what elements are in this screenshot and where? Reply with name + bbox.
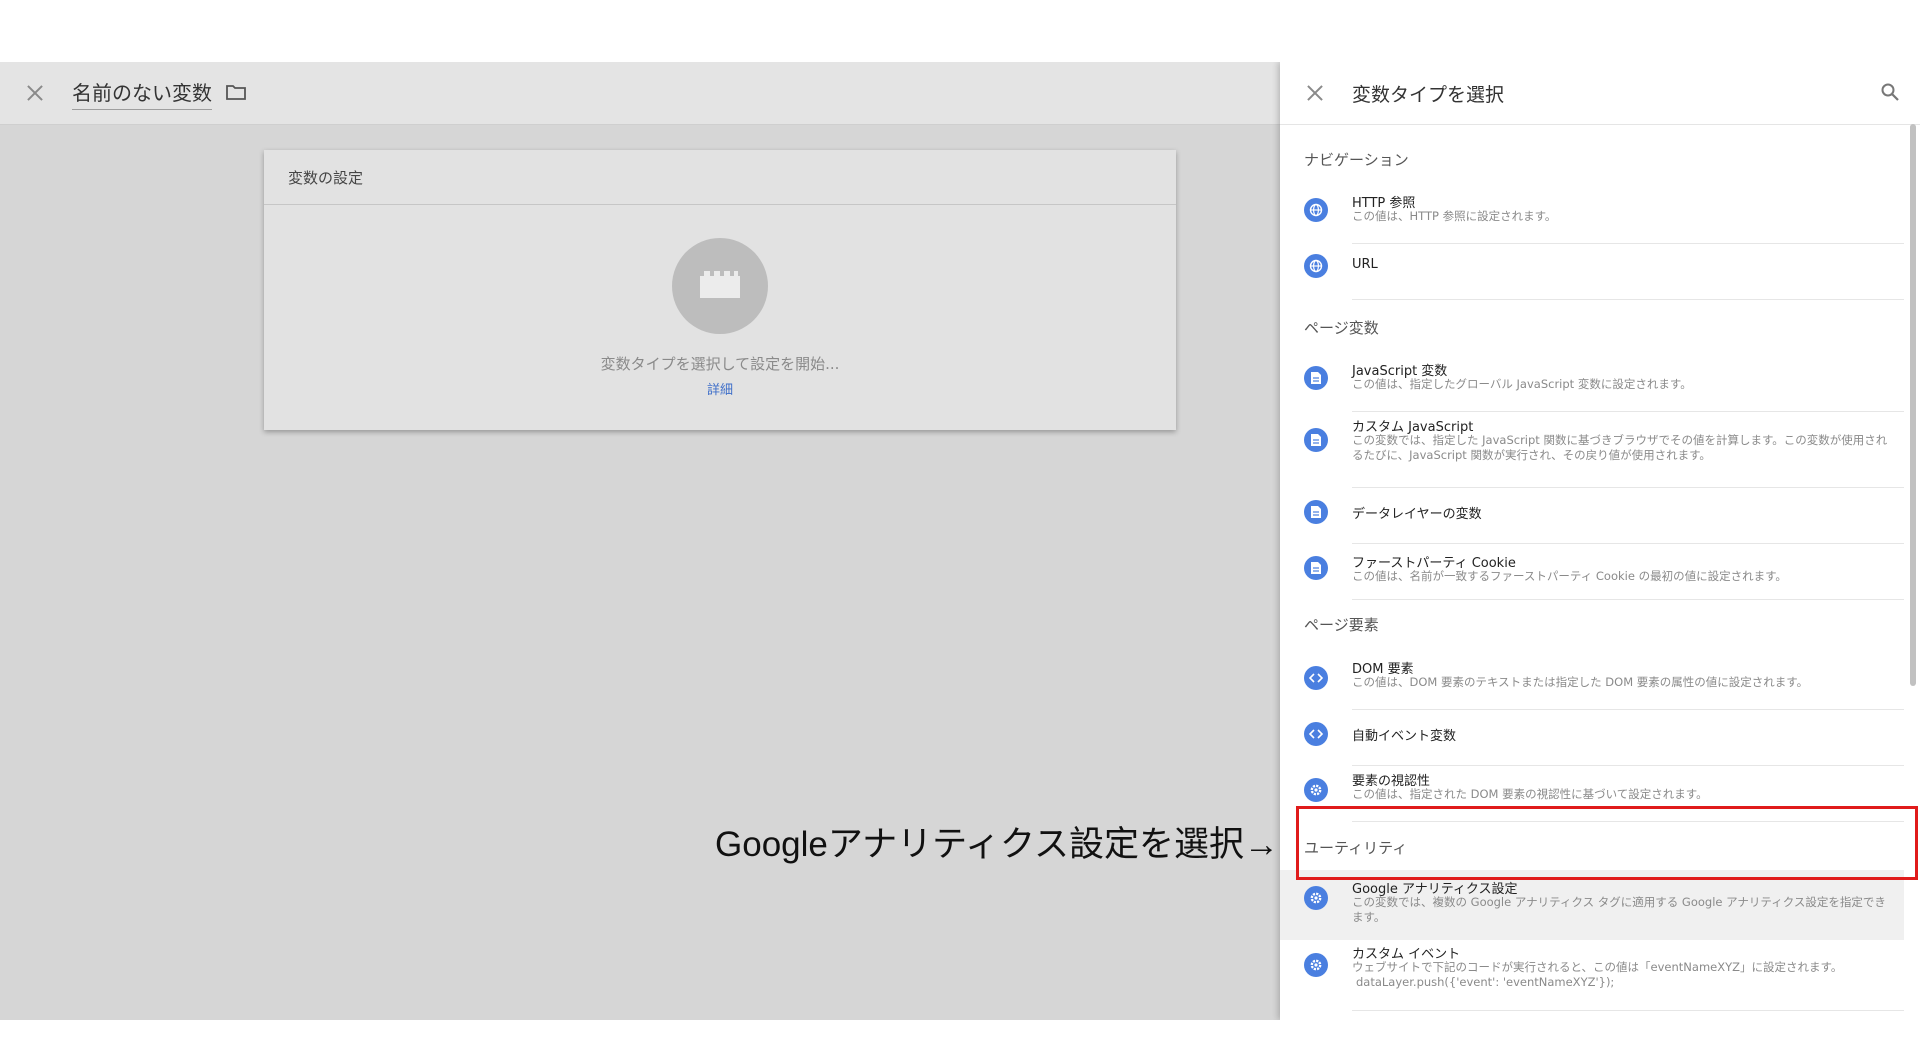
code-icon [1304, 666, 1328, 690]
globe-icon [1304, 198, 1328, 222]
item-title: 自動イベント変数 [1352, 729, 1457, 744]
type-item-first-party-cookie[interactable]: ファーストパーティ Cookie この値は、名前が一致するファーストパーティ C… [1280, 544, 1904, 600]
type-item-google-analytics-settings[interactable]: Google アナリティクス設定 この変数では、複数の Google アナリティ… [1280, 870, 1904, 940]
type-item-custom-event[interactable]: カスタム イベント ウェブサイトで下記のコードが実行されると、この値は「even… [1280, 940, 1904, 1016]
type-item-dom-element[interactable]: DOM 要素 この値は、DOM 要素のテキストまたは指定した DOM 要素の属性… [1280, 654, 1904, 710]
type-item-element-visibility[interactable]: 要素の視認性 この値は、指定された DOM 要素の視認性に基づいて設定されます。 [1280, 766, 1904, 822]
document-icon [1304, 366, 1328, 390]
editor-header: 名前のない変数 [0, 62, 1280, 125]
type-item-datalayer-variable[interactable]: データレイヤーの変数 [1280, 488, 1904, 544]
section-page-elements: ページ要素 [1304, 616, 1379, 634]
close-editor-icon[interactable] [20, 78, 50, 108]
type-item-url[interactable]: URL [1280, 244, 1904, 300]
folder-icon[interactable] [226, 84, 246, 100]
type-item-custom-javascript[interactable]: カスタム JavaScript この変数では、指定した JavaScript 関… [1280, 412, 1904, 488]
scrollbar[interactable] [1910, 124, 1916, 686]
section-utilities: ユーティリティ [1304, 839, 1408, 857]
code-icon [1304, 722, 1328, 746]
item-desc: この値は、指定したグローバル JavaScript 変数に設定されます。 [1352, 377, 1692, 391]
item-title: URL [1352, 257, 1378, 272]
item-desc: この変数では、複数の Google アナリティクス タグに適用する Google… [1352, 895, 1886, 924]
type-item-javascript-variable[interactable]: JavaScript 変数 この値は、指定したグローバル JavaScript … [1280, 356, 1904, 412]
gear-icon [1304, 778, 1328, 802]
divider [1352, 821, 1904, 822]
document-icon [1304, 500, 1328, 524]
variable-editor: 名前のない変数 変数の設定 変数タイプを選択して設定を開始... 詳細 [0, 62, 1280, 1020]
close-panel-icon[interactable] [1300, 78, 1330, 108]
globe-icon [1304, 254, 1328, 278]
section-page-variables: ページ変数 [1304, 319, 1379, 337]
variable-config-card: 変数の設定 変数タイプを選択して設定を開始... 詳細 [264, 150, 1176, 430]
item-title: データレイヤーの変数 [1352, 507, 1482, 522]
card-title: 変数の設定 [264, 150, 1176, 205]
item-code-sample: dataLayer.push({'event': 'eventNameXYZ'}… [1356, 975, 1615, 989]
variable-type-placeholder[interactable] [672, 238, 768, 334]
select-type-hint: 変数タイプを選択して設定を開始... [600, 355, 840, 373]
item-desc: この値は、DOM 要素のテキストまたは指定した DOM 要素の属性の値に設定され… [1352, 675, 1809, 689]
item-desc: この値は、名前が一致するファーストパーティ Cookie の最初の値に設定されま… [1352, 569, 1787, 583]
item-desc: この値は、指定された DOM 要素の視認性に基づいて設定されます。 [1352, 787, 1708, 801]
gear-icon [1304, 886, 1328, 910]
item-desc: この変数では、指定した JavaScript 関数に基づきブラウザでその値を計算… [1352, 433, 1888, 462]
document-icon [1304, 428, 1328, 452]
panel-header: 変数タイプを選択 [1280, 62, 1920, 125]
variable-name-field[interactable]: 名前のない変数 [72, 77, 212, 110]
divider [1352, 1010, 1904, 1011]
annotation-callout: Googleアナリティクス設定を選択→ [715, 825, 1280, 864]
gear-icon [1304, 953, 1328, 977]
details-link[interactable]: 詳細 [264, 379, 1176, 398]
section-navigation: ナビゲーション [1304, 151, 1409, 169]
panel-title: 変数タイプを選択 [1352, 84, 1505, 106]
type-item-http-referrer[interactable]: HTTP 参照 この値は、HTTP 参照に設定されます。 [1280, 188, 1904, 244]
search-icon[interactable] [1880, 82, 1900, 102]
variable-type-panel: 変数タイプを選択 ナビゲーション HTTP 参照 この値は、HTTP 参照に設定… [1280, 62, 1920, 1020]
item-desc: この値は、HTTP 参照に設定されます。 [1352, 209, 1557, 223]
app-window: 名前のない変数 変数の設定 変数タイプを選択して設定を開始... 詳細 変数タイ… [0, 62, 1920, 1020]
type-item-auto-event-variable[interactable]: 自動イベント変数 [1280, 710, 1904, 766]
document-icon [1304, 556, 1328, 580]
divider [1352, 599, 1904, 600]
brick-icon [700, 271, 740, 298]
divider [1352, 299, 1904, 300]
item-desc: ウェブサイトで下記のコードが実行されると、この値は「eventNameXYZ」に… [1352, 960, 1843, 974]
